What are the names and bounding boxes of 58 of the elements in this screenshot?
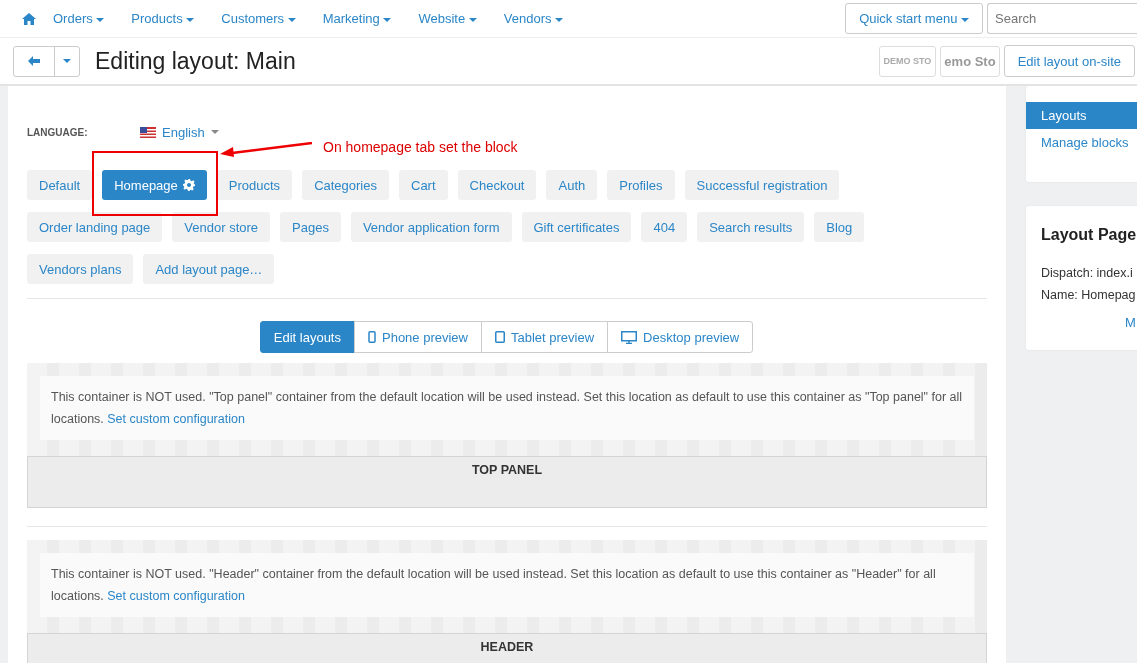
layout-tab[interactable]: Vendor application form bbox=[350, 212, 512, 242]
card-link[interactable]: M bbox=[1125, 315, 1137, 330]
layout-tab[interactable]: Add layout page… bbox=[143, 254, 275, 284]
flag-icon bbox=[140, 126, 156, 138]
info-line: Name: Homepag bbox=[1041, 287, 1137, 304]
monitor-icon bbox=[621, 330, 638, 344]
container-title: HEADER bbox=[480, 640, 534, 655]
layout-tab[interactable]: Products bbox=[216, 170, 293, 200]
container-title: TOP PANEL bbox=[471, 463, 543, 478]
notice-text: This container is NOT used. "Header" container from the default location will be used instead. Set this location as default to use this container as "Header" for all locations. Set custom configuration bbox=[51, 566, 937, 605]
search-field[interactable]: Search bbox=[987, 3, 1137, 34]
card-title: Layout Page bbox=[1041, 226, 1137, 244]
layout-tab[interactable]: Successful registration bbox=[684, 170, 840, 200]
nav-menu-item[interactable]: Website bbox=[418, 11, 477, 26]
layout-tab[interactable]: Profiles bbox=[607, 170, 675, 200]
view-mode-button[interactable]: Phone preview bbox=[354, 321, 482, 353]
notice-text: This container is NOT used. "Top panel" container from the default location will be used instead. Set this location as default to use this container as "Top panel" for all locations. Set custom configuration bbox=[51, 389, 963, 428]
layout-tab[interactable]: 404 bbox=[641, 212, 688, 242]
layout-tab[interactable]: Vendor store bbox=[172, 212, 271, 242]
view-mode-button[interactable]: Edit layouts bbox=[259, 321, 355, 353]
phone-icon bbox=[368, 331, 376, 343]
page-title: Editing layout: Main bbox=[95, 47, 296, 75]
layout-tab[interactable]: Homepage bbox=[102, 170, 207, 200]
custom-configuration-link[interactable]: Set custom configuration bbox=[107, 412, 245, 426]
nav-menu-item[interactable]: Customers bbox=[221, 11, 296, 26]
layout-tab[interactable]: Vendors plans bbox=[27, 254, 134, 284]
layout-tab[interactable]: Search results bbox=[697, 212, 805, 242]
layout-tab[interactable]: Default bbox=[27, 170, 93, 200]
layout-tab[interactable]: Pages bbox=[280, 212, 341, 242]
layout-tab[interactable]: Categories bbox=[302, 170, 389, 200]
quick-start-menu-button[interactable]: Quick start menu bbox=[845, 3, 983, 34]
layout-tab[interactable]: Gift certificates bbox=[521, 212, 632, 242]
layout-tab[interactable]: Auth bbox=[546, 170, 598, 200]
nav-menu-item[interactable]: Orders bbox=[53, 11, 105, 26]
info-line: Dispatch: index.i bbox=[1041, 265, 1134, 282]
view-mode-button[interactable]: Tablet preview bbox=[481, 321, 609, 353]
back-button-group[interactable] bbox=[13, 45, 80, 77]
sidebar-nav-item[interactable]: Manage blocks bbox=[1026, 129, 1137, 156]
nav-menu-item[interactable]: Marketing bbox=[322, 11, 392, 26]
back-arrow-icon bbox=[28, 56, 40, 66]
sidebar-nav-item[interactable]: Layouts bbox=[1026, 102, 1137, 129]
custom-configuration-link[interactable]: Set custom configuration bbox=[107, 589, 245, 603]
store-logo-button[interactable]: emo Sto bbox=[940, 45, 1000, 77]
annotation-text: On homepage tab set the block bbox=[323, 139, 518, 155]
nav-menu-item[interactable]: Products bbox=[131, 11, 195, 26]
nav-menu-item[interactable]: Vendors bbox=[503, 11, 564, 26]
store-logo-button[interactable]: DEMO STO bbox=[878, 45, 937, 77]
view-mode-button[interactable]: Desktop preview bbox=[607, 321, 754, 353]
layout-tab[interactable]: Blog bbox=[814, 212, 865, 242]
layout-tab[interactable]: Checkout bbox=[457, 170, 537, 200]
tablet-icon bbox=[495, 331, 505, 343]
gear-icon bbox=[182, 179, 195, 191]
layout-tab[interactable]: Order landing page bbox=[27, 212, 163, 242]
language-label: LANGUAGE: bbox=[27, 126, 89, 138]
layout-tab[interactable]: Cart bbox=[399, 170, 448, 200]
home-icon[interactable] bbox=[22, 12, 36, 25]
language-selector[interactable]: English bbox=[140, 124, 219, 140]
edit-layout-on-site-button[interactable]: Edit layout on-site bbox=[1003, 45, 1135, 77]
